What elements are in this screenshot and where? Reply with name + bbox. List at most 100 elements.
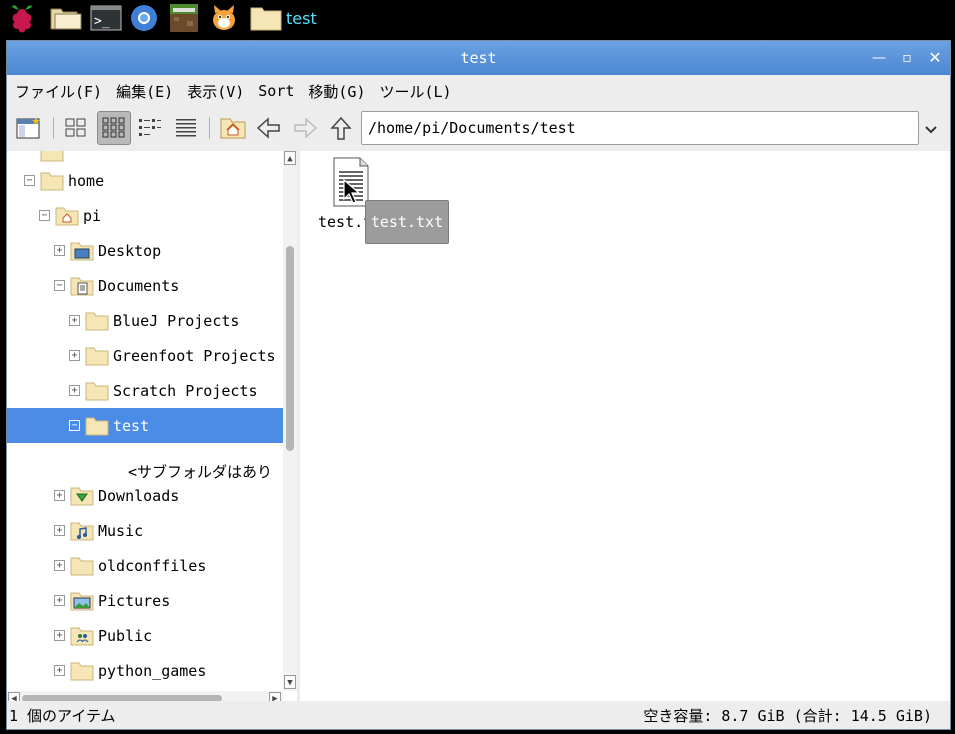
file-tooltip: test.txt xyxy=(365,200,449,244)
folder-icon xyxy=(250,7,282,31)
minecraft-launcher-icon[interactable] xyxy=(167,2,201,34)
tree-row-python-games[interactable]: + python_games xyxy=(7,653,283,688)
collapse-toggle[interactable]: − xyxy=(69,420,80,431)
expand-toggle[interactable]: + xyxy=(54,245,65,256)
folder-icon xyxy=(85,382,109,400)
chromium-launcher-icon[interactable] xyxy=(128,2,160,34)
desktop-folder-icon xyxy=(70,242,94,260)
collapse-toggle[interactable]: − xyxy=(54,280,65,291)
tree-row-oldconffiles[interactable]: + oldconffiles xyxy=(7,548,283,583)
expand-toggle[interactable]: + xyxy=(54,665,65,676)
status-bar: 1 個のアイテム 空き容量: 8.7 GiB (合計: 14.5 GiB) xyxy=(7,701,950,729)
free-space: 空き容量: 8.7 GiB (合計: 14.5 GiB) xyxy=(643,706,932,725)
tree-row-desktop[interactable]: + Desktop xyxy=(7,233,283,268)
menu-edit[interactable]: 編集(E) xyxy=(116,81,173,102)
mouse-pointer-icon xyxy=(343,179,361,204)
documents-folder-icon xyxy=(70,277,94,295)
folder-icon xyxy=(40,172,64,190)
scroll-left-icon[interactable]: ◀ xyxy=(8,692,20,701)
public-folder-icon xyxy=(70,627,94,645)
tree-row-scratch-projects[interactable]: + Scratch Projects xyxy=(7,373,283,408)
expand-toggle[interactable]: + xyxy=(69,385,80,396)
tree-label: Documents xyxy=(98,276,180,295)
tree-label: Greenfoot Projects xyxy=(113,346,276,365)
close-button[interactable]: ✕ xyxy=(925,48,945,68)
tree-row-downloads[interactable]: + Downloads xyxy=(7,478,283,513)
file-manager-launcher-icon[interactable] xyxy=(48,2,84,34)
folder-icon xyxy=(85,312,109,330)
thumbnail-view-icon[interactable] xyxy=(97,111,131,145)
collapse-toggle[interactable]: − xyxy=(39,210,50,221)
tree-row-documents[interactable]: − Documents xyxy=(7,268,283,303)
menu-bar: ファイル(F) 編集(E) 表示(V) Sort 移動(G) ツール(L) xyxy=(7,75,950,107)
tree-row-greenfoot-projects[interactable]: + Greenfoot Projects xyxy=(7,338,283,373)
tree-label: Downloads xyxy=(98,486,180,505)
menu-tools[interactable]: ツール(L) xyxy=(380,81,452,102)
folder-icon xyxy=(85,417,109,435)
terminal-launcher-icon[interactable]: >_ xyxy=(89,2,123,34)
file-view[interactable]: test.t test.txt xyxy=(300,151,950,701)
expand-toggle[interactable]: + xyxy=(54,560,65,571)
tree-row-home[interactable]: − home xyxy=(7,163,283,198)
expand-toggle[interactable]: + xyxy=(54,595,65,606)
toolbar xyxy=(7,107,950,151)
tree-label: Pictures xyxy=(98,591,171,610)
home-folder-icon[interactable] xyxy=(216,111,250,145)
menu-sort[interactable]: Sort xyxy=(258,82,294,100)
collapse-toggle[interactable]: − xyxy=(24,175,35,186)
taskbar-window-test[interactable]: test xyxy=(250,2,330,34)
tree-row-test[interactable]: − test xyxy=(7,408,283,443)
tree-row-bluej-projects[interactable]: + BlueJ Projects xyxy=(7,303,283,338)
path-history-dropdown[interactable] xyxy=(921,119,941,139)
expand-toggle[interactable]: + xyxy=(54,525,65,536)
tree-vertical-scrollbar[interactable]: ▲ ▼ xyxy=(283,151,297,691)
menu-go[interactable]: 移動(G) xyxy=(308,81,365,102)
tree-row-public[interactable]: + Public xyxy=(7,618,283,653)
folder-tree: − home − pi + Desktop − Documents + Blue… xyxy=(7,151,297,701)
scroll-down-icon[interactable]: ▼ xyxy=(284,675,296,689)
back-arrow-icon[interactable] xyxy=(252,111,286,145)
tree-row-pictures[interactable]: + Pictures xyxy=(7,583,283,618)
folder-icon xyxy=(70,662,94,680)
tree-label: Public xyxy=(98,626,153,645)
compact-view-icon[interactable] xyxy=(133,111,167,145)
forward-arrow-icon[interactable] xyxy=(288,111,322,145)
path-input[interactable] xyxy=(361,111,919,145)
window-title: test xyxy=(460,49,497,67)
expand-toggle[interactable]: + xyxy=(54,630,65,641)
scroll-right-icon[interactable]: ▶ xyxy=(269,692,281,701)
tree-label: pi xyxy=(83,206,102,225)
new-window-icon[interactable] xyxy=(12,111,46,145)
home-folder-icon xyxy=(55,207,79,225)
taskbar-window-label: test xyxy=(286,8,317,28)
tree-row-music[interactable]: + Music xyxy=(7,513,283,548)
pictures-folder-icon xyxy=(70,592,94,610)
scroll-thumb[interactable] xyxy=(286,246,294,451)
item-count: 1 個のアイテム xyxy=(9,706,116,725)
maximize-button[interactable]: ▫ xyxy=(897,48,917,68)
tree-horizontal-scrollbar[interactable]: ◀ ▶ xyxy=(7,691,283,701)
tree-label: BlueJ Projects xyxy=(113,311,240,330)
tree-label: Music xyxy=(98,521,144,540)
up-arrow-icon[interactable] xyxy=(324,111,358,145)
tree-label: Scratch Projects xyxy=(113,381,258,400)
chevron-down-icon xyxy=(925,126,937,134)
tree-row-pi[interactable]: − pi xyxy=(7,198,283,233)
taskbar: >_ test xyxy=(0,0,955,36)
scratch-launcher-icon[interactable] xyxy=(207,2,241,34)
scroll-up-icon[interactable]: ▲ xyxy=(284,151,296,165)
expand-toggle[interactable]: + xyxy=(69,350,80,361)
folder-icon xyxy=(85,347,109,365)
list-view-icon[interactable] xyxy=(169,111,203,145)
menu-file[interactable]: ファイル(F) xyxy=(15,81,102,102)
menu-view[interactable]: 表示(V) xyxy=(187,81,244,102)
raspberry-menu-icon[interactable] xyxy=(6,2,38,34)
title-bar[interactable]: test — ▫ ✕ xyxy=(7,41,950,75)
expand-toggle[interactable]: + xyxy=(54,490,65,501)
downloads-folder-icon xyxy=(70,487,94,505)
folder-icon xyxy=(70,557,94,575)
svg-text:>_: >_ xyxy=(94,14,110,29)
expand-toggle[interactable]: + xyxy=(69,315,80,326)
minimize-button[interactable]: — xyxy=(869,48,889,68)
icon-view-icon[interactable] xyxy=(59,111,93,145)
